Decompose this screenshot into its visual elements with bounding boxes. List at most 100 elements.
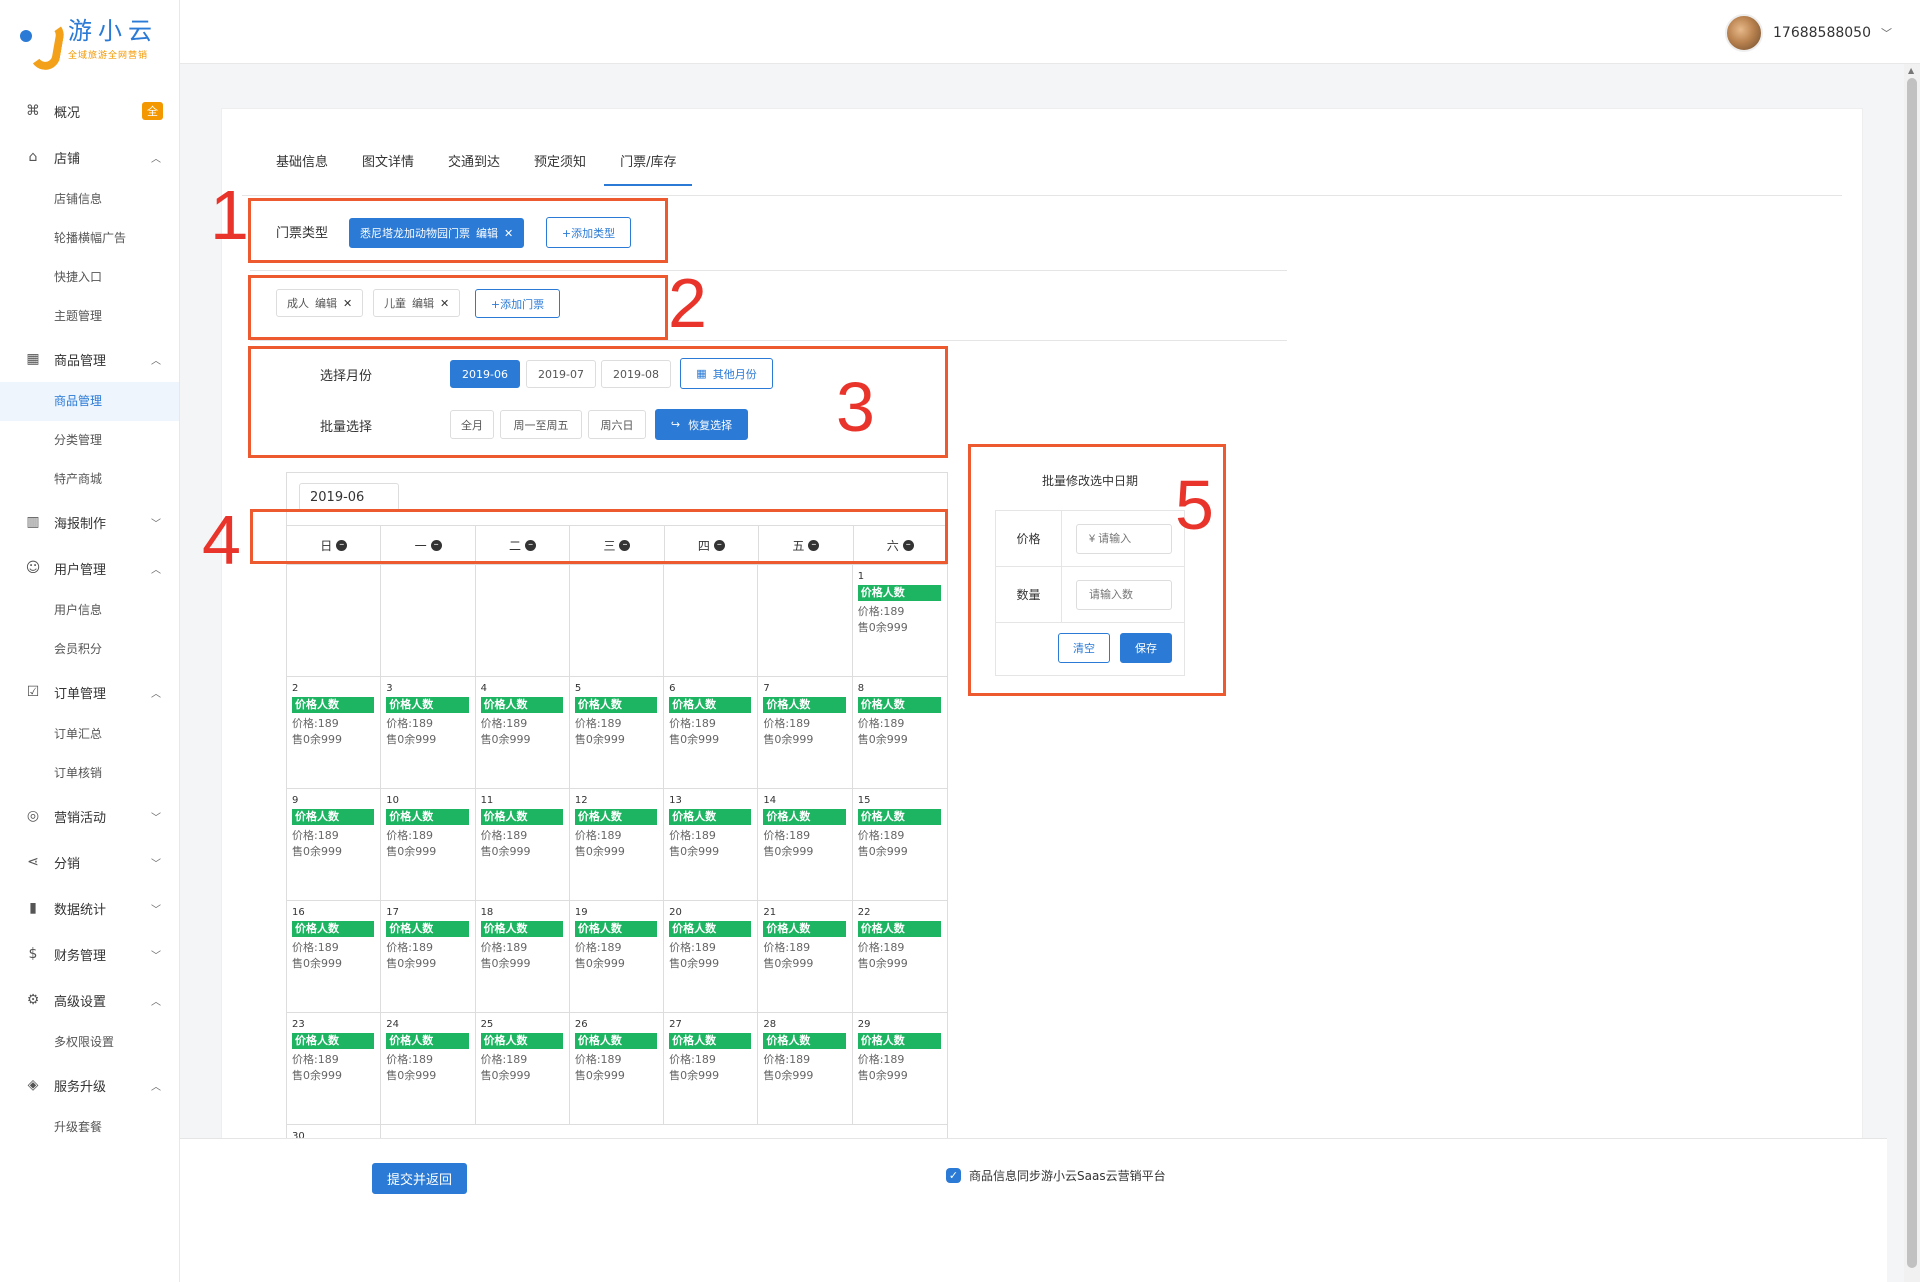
tab-basic-info[interactable]: 基础信息: [276, 151, 328, 186]
price-text: 价格:189: [480, 829, 528, 842]
price-people-bar: 价格人数: [480, 1033, 563, 1049]
sidebar-item-store-info[interactable]: 店铺信息: [0, 180, 179, 219]
calendar-day-cell[interactable]: 24 价格人数 价格:189 售0余999: [381, 1013, 476, 1125]
sidebar-item-category[interactable]: 分类管理: [0, 421, 179, 460]
calendar-day-cell[interactable]: 3 价格人数 价格:189 售0余999: [381, 677, 476, 789]
tabs-divider: [242, 195, 1842, 196]
divider: [250, 340, 1287, 341]
sync-checkbox-row[interactable]: ✓ 商品信息同步游小云Saas云营销平台: [946, 1167, 1166, 1184]
calendar-day-cell[interactable]: 17 价格人数 价格:189 售0余999: [381, 901, 476, 1013]
sidebar-item-order-summary[interactable]: 订单汇总: [0, 715, 179, 754]
sidebar-group-upgrade[interactable]: ◈ 服务升级 ︿: [0, 1062, 179, 1108]
sidebar-group-distribution[interactable]: ⋖ 分销 ﹀: [0, 839, 179, 885]
sidebar-item-theme[interactable]: 主题管理: [0, 297, 179, 336]
calendar-day-cell: [569, 565, 665, 677]
price-text: 价格:189: [574, 1053, 622, 1066]
scrollbar[interactable]: ▲: [1904, 64, 1920, 1282]
calendar-day-cell[interactable]: 7 价格人数 价格:189 售0余999: [758, 677, 853, 789]
calendar-day-cell[interactable]: 4 价格人数 价格:189 售0余999: [475, 677, 570, 789]
stock-text: 售0余999: [292, 1069, 342, 1082]
scrollbar-thumb[interactable]: [1907, 78, 1917, 1268]
day-number: 2: [292, 683, 299, 694]
sidebar-item-order-verify[interactable]: 订单核销: [0, 754, 179, 793]
calendar-day-cell[interactable]: 19 价格人数 价格:189 售0余999: [569, 901, 665, 1013]
calendar-day-cell[interactable]: 25 价格人数 价格:189 售0余999: [475, 1013, 570, 1125]
calendar-day-cell[interactable]: 11 价格人数 价格:189 售0余999: [475, 789, 570, 901]
annotation-number-5: 5: [1175, 466, 1214, 544]
tab-tickets-stock[interactable]: 门票/库存: [604, 151, 693, 186]
calendar-day-cell[interactable]: 18 价格人数 价格:189 售0余999: [475, 901, 570, 1013]
sidebar-item-user-info[interactable]: 用户信息: [0, 591, 179, 630]
calendar-day-cell[interactable]: 16 价格人数 价格:189 售0余999: [287, 901, 382, 1013]
sidebar-group-orders[interactable]: ☑ 订单管理 ︿: [0, 669, 179, 715]
sidebar-group-marketing[interactable]: ◎ 营销活动 ﹀: [0, 793, 179, 839]
calendar-day-cell[interactable]: 12 价格人数 价格:189 售0余999: [569, 789, 665, 901]
tab-transport[interactable]: 交通到达: [448, 151, 500, 186]
calendar-day-cell[interactable]: 29 价格人数 价格:189 售0余999: [852, 1013, 947, 1125]
sidebar-item-shortcut[interactable]: 快捷入口: [0, 258, 179, 297]
user-menu[interactable]: 17688588050 ﹀: [1725, 14, 1892, 52]
calendar-day-cell[interactable]: 6 价格人数 价格:189 售0余999: [664, 677, 759, 789]
calendar-month-display: 2019-06: [299, 483, 399, 511]
sidebar-item-specialty[interactable]: 特产商城: [0, 460, 179, 499]
sidebar-item-permissions[interactable]: 多权限设置: [0, 1023, 179, 1062]
sidebar-item-goods[interactable]: 商品管理: [0, 382, 179, 421]
annotation-number-2: 2: [668, 264, 707, 342]
calendar-day-cell: [381, 565, 476, 677]
calendar-day-cell[interactable]: 22 价格人数 价格:189 售0余999: [852, 901, 947, 1013]
calendar-day-cell[interactable]: 27 价格人数 价格:189 售0余999: [664, 1013, 759, 1125]
price-text: 价格:189: [857, 605, 905, 618]
gear-icon: ⚙: [26, 992, 40, 1008]
price-people-bar: 价格人数: [857, 585, 941, 601]
calendar-day-cell[interactable]: 28 价格人数 价格:189 售0余999: [758, 1013, 853, 1125]
calendar-day-cell[interactable]: 1 价格人数 价格:189 售0余999: [852, 565, 947, 677]
sidebar-group-store[interactable]: ⌂ 店铺 ︿: [0, 134, 179, 180]
avatar[interactable]: [1725, 14, 1764, 52]
sidebar-item-points[interactable]: 会员积分: [0, 630, 179, 669]
day-number: 29: [857, 1019, 871, 1030]
price-people-bar: 价格人数: [292, 1033, 375, 1049]
submit-and-return-button[interactable]: 提交并返回: [372, 1163, 467, 1194]
calendar-day-cell[interactable]: 2 价格人数 价格:189 售0余999: [287, 677, 382, 789]
calendar-day-cell[interactable]: 5 价格人数 价格:189 售0余999: [569, 677, 665, 789]
annotation-number-1: 1: [210, 176, 249, 254]
sidebar-group-poster[interactable]: ▥ 海报制作 ﹀: [0, 499, 179, 545]
calendar-day-cell[interactable]: 21 价格人数 价格:189 售0余999: [758, 901, 853, 1013]
price-text: 价格:189: [857, 717, 905, 730]
tab-details[interactable]: 图文详情: [362, 151, 414, 186]
brand-name: 游小云: [68, 17, 158, 45]
calendar-day-cell[interactable]: 26 价格人数 价格:189 售0余999: [569, 1013, 665, 1125]
price-people-bar: 价格人数: [386, 697, 469, 713]
calendar-day-cell: [664, 565, 759, 677]
sidebar-group-stats[interactable]: ▮ 数据统计 ﹀: [0, 885, 179, 931]
username[interactable]: 17688588050: [1773, 25, 1871, 41]
calendar-day-cell[interactable]: 8 价格人数 价格:189 售0余999: [852, 677, 947, 789]
day-number: 20: [669, 907, 682, 918]
sidebar-item-overview[interactable]: ⌘ 概况 全: [0, 88, 179, 134]
sidebar-group-finance[interactable]: $ 财务管理 ﹀: [0, 931, 179, 977]
price-people-bar: 价格人数: [574, 697, 658, 713]
sidebar-group-goods[interactable]: ▦ 商品管理 ︿: [0, 336, 179, 382]
checkbox-checked-icon[interactable]: ✓: [946, 1168, 961, 1183]
sidebar-item-banner[interactable]: 轮播横幅广告: [0, 219, 179, 258]
calendar-day-cell[interactable]: 13 价格人数 价格:189 售0余999: [664, 789, 759, 901]
calendar-day-cell[interactable]: 15 价格人数 价格:189 售0余999: [852, 789, 947, 901]
sync-label: 商品信息同步游小云Saas云营销平台: [969, 1169, 1166, 1183]
tab-booking-notes[interactable]: 预定须知: [534, 151, 586, 186]
brand-tagline: 全域旅游全网营销: [68, 51, 149, 61]
sidebar-group-advanced[interactable]: ⚙ 高级设置 ︿: [0, 977, 179, 1023]
sidebar-group-users[interactable]: ☺ 用户管理 ︿: [0, 545, 179, 591]
calendar-day-cell[interactable]: 10 价格人数 价格:189 售0余999: [381, 789, 476, 901]
sidebar-item-upgrade-plan[interactable]: 升级套餐: [0, 1108, 179, 1147]
calendar-day-cell[interactable]: 20 价格人数 价格:189 售0余999: [664, 901, 759, 1013]
price-text: 价格:189: [386, 941, 433, 954]
stock-text: 售0余999: [857, 957, 908, 970]
price-people-bar: 价格人数: [763, 809, 846, 825]
logo-icon: [18, 16, 67, 73]
price-text: 价格:189: [763, 717, 811, 730]
calendar-day-cell[interactable]: 14 价格人数 价格:189 售0余999: [758, 789, 853, 901]
calendar-day-cell[interactable]: 9 价格人数 价格:189 售0余999: [287, 789, 382, 901]
chevron-down-icon[interactable]: ﹀: [1881, 25, 1892, 41]
calendar-day-cell[interactable]: 23 价格人数 价格:189 售0余999: [287, 1013, 382, 1125]
scroll-up-icon[interactable]: ▲: [1908, 66, 1914, 75]
